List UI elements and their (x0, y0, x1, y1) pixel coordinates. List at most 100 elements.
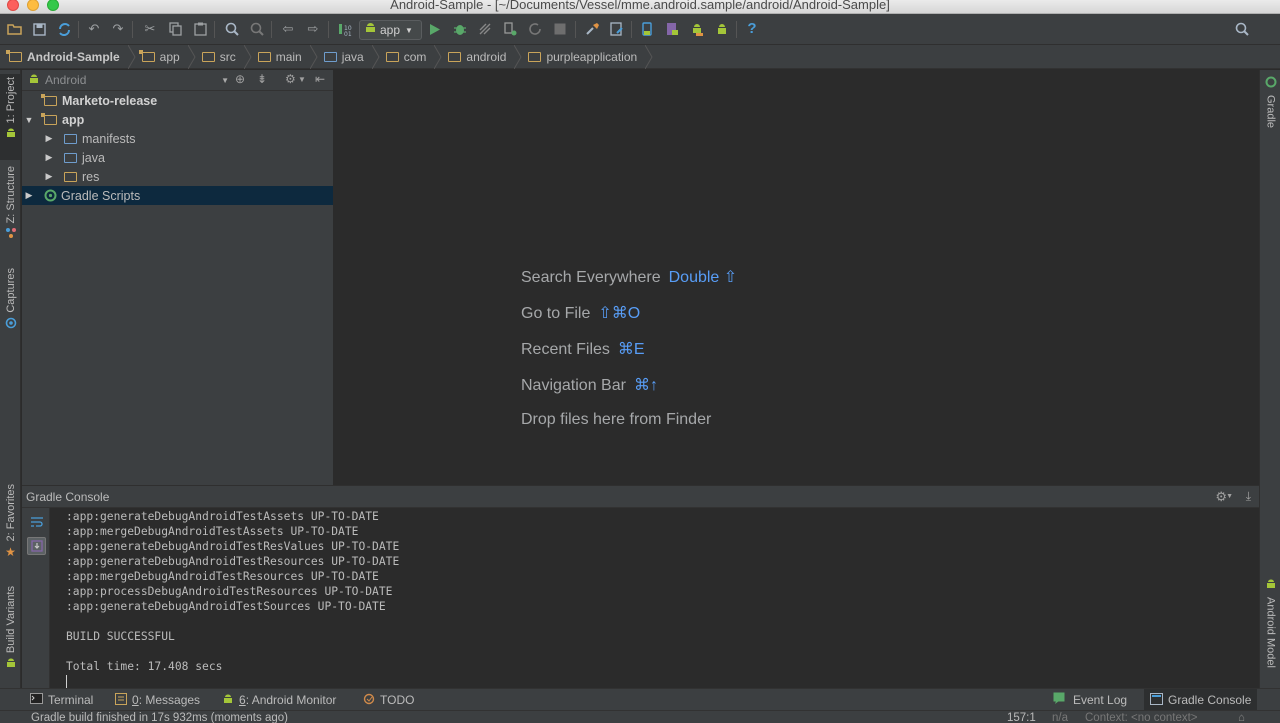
messages-label: : Messages (138, 693, 201, 707)
breadcrumb-label: Android-Sample (27, 49, 120, 64)
debug-icon[interactable] (452, 21, 468, 37)
gradle-icon (1265, 76, 1277, 91)
console-header: Gradle Console ⚙ ▼ ⤓ (22, 486, 1259, 508)
tool-window-android-monitor[interactable]: 6: Android Monitor (222, 692, 336, 708)
expanded-arrow-icon[interactable]: ▼ (24, 115, 34, 125)
hint-drop-files: Drop files here from Finder (521, 411, 711, 429)
breadcrumb-java[interactable]: java (323, 45, 372, 69)
open-icon[interactable] (6, 21, 22, 37)
forward-icon[interactable]: ⇨ (305, 21, 321, 37)
coverage-icon[interactable] (502, 21, 518, 37)
paste-icon[interactable] (192, 21, 208, 37)
run-configuration-select[interactable]: app ▼ (359, 20, 422, 40)
collapsed-arrow-icon[interactable]: ▶ (44, 152, 54, 163)
stop-icon[interactable] (552, 21, 568, 37)
hint-recent-files: Recent Files ⌘E (521, 339, 645, 359)
cut-icon[interactable]: ✂ (142, 21, 158, 37)
run-icon[interactable] (427, 21, 443, 37)
rerun-icon[interactable] (527, 21, 543, 37)
collapsed-arrow-icon[interactable]: ▶ (44, 171, 54, 182)
tree-item-java[interactable]: ▶ java (22, 148, 333, 167)
package-icon (385, 52, 399, 62)
hide-panel-icon[interactable]: ⇤ (315, 72, 325, 86)
context-indicator[interactable]: Context: <no context> (1085, 712, 1198, 723)
collapse-all-icon[interactable]: ⇟ (257, 72, 267, 86)
tree-item-manifests[interactable]: ▶ manifests (22, 129, 333, 148)
tool-window-gradle-console[interactable]: Gradle Console (1144, 689, 1258, 711)
chevron-down-icon[interactable]: ▼ (1226, 493, 1233, 500)
save-icon[interactable] (31, 21, 47, 37)
back-icon[interactable]: ⇦ (280, 21, 296, 37)
project-view-select[interactable]: Android ▼ (22, 73, 229, 88)
tool-window-project[interactable]: 1: Project (0, 74, 21, 160)
package-icon (528, 52, 542, 62)
tool-window-captures[interactable]: Captures (0, 268, 21, 332)
tool-window-structure[interactable]: Z: Structure (0, 166, 21, 242)
breadcrumb-src[interactable]: src (201, 45, 244, 69)
project-structure-icon[interactable] (584, 21, 600, 37)
copy-icon[interactable] (167, 21, 183, 37)
tool-window-gradle[interactable]: Gradle (1260, 76, 1280, 128)
lock-icon[interactable]: ⌂ (1238, 712, 1245, 723)
source-folder-icon (64, 153, 77, 163)
terminal-icon (30, 693, 43, 707)
breadcrumb-purpleapplication[interactable]: purpleapplication (528, 45, 645, 69)
help-icon[interactable]: ? (744, 21, 760, 37)
android-icon[interactable] (714, 21, 730, 37)
breadcrumb-android[interactable]: android (448, 45, 514, 69)
gear-icon[interactable]: ⚙ (285, 72, 296, 86)
console-output[interactable]: :app:generateDebugAndroidTestAssets UP-T… (66, 509, 1259, 689)
make-icon[interactable]: 10 01 (337, 21, 353, 37)
collapsed-arrow-icon[interactable]: ▶ (44, 133, 54, 144)
hint-label: Search Everywhere (521, 269, 661, 286)
avd-manager-icon[interactable] (639, 21, 655, 37)
tool-window-android-model[interactable]: Android Model (1260, 578, 1280, 668)
scroll-from-source-icon[interactable]: ⊕ (235, 72, 245, 86)
tree-item-res[interactable]: ▶ res (22, 167, 333, 186)
tree-item-label: manifests (82, 131, 136, 146)
structure-label: Z: Structure (4, 166, 17, 224)
chevron-down-icon[interactable]: ▼ (298, 75, 306, 84)
status-message[interactable]: Gradle build finished in 17s 932ms (mome… (31, 712, 288, 723)
scroll-to-end-icon[interactable] (27, 537, 46, 555)
breadcrumb-android-sample[interactable]: Android-Sample (6, 45, 128, 69)
replace-icon[interactable] (249, 21, 265, 37)
find-icon[interactable] (224, 21, 240, 37)
run-config-label: app (380, 23, 401, 37)
tree-item-label: java (82, 150, 105, 165)
breadcrumb-main[interactable]: main (257, 45, 310, 69)
sync-icon[interactable] (56, 21, 72, 37)
hide-panel-icon[interactable]: ⤓ (1246, 489, 1251, 504)
navigation-bar: Android-Sample app src main java com and… (0, 44, 1280, 69)
search-everywhere-icon[interactable] (1234, 21, 1250, 37)
gradle-label: Gradle (1264, 95, 1277, 129)
tool-window-build-variants[interactable]: Build Variants (0, 586, 21, 672)
undo-icon[interactable]: ↶ (86, 21, 102, 37)
breadcrumb-label: android (466, 49, 507, 64)
tree-item-marketo-release[interactable]: Marketo-release (22, 91, 333, 110)
redo-icon[interactable]: ↷ (110, 21, 126, 37)
caret-position[interactable]: 157:1 (1007, 712, 1036, 723)
gradle-sync-icon[interactable] (609, 21, 625, 37)
soft-wrap-icon[interactable] (27, 513, 46, 531)
resource-folder-icon (64, 172, 77, 182)
collapsed-arrow-icon[interactable]: ▶ (24, 190, 34, 201)
tool-window-messages[interactable]: 0: Messages (115, 692, 200, 708)
tree-item-app[interactable]: ▼ app (22, 110, 333, 129)
android-icon (5, 657, 17, 672)
tree-item-gradle-scripts[interactable]: ▶ Gradle Scripts (22, 186, 333, 205)
breadcrumb-com[interactable]: com (385, 45, 435, 69)
sdk-manager-icon[interactable] (664, 21, 680, 37)
tool-window-event-log[interactable]: Event Log (1053, 692, 1127, 708)
android-device-monitor-icon[interactable] (689, 21, 705, 37)
attach-icon[interactable] (477, 21, 493, 37)
android-icon (5, 127, 17, 142)
tool-window-todo[interactable]: TODO (363, 692, 414, 708)
package-icon (448, 52, 462, 62)
tool-window-favorites[interactable]: 2: Favorites ★ (0, 484, 21, 559)
tool-window-terminal[interactable]: Terminal (30, 692, 93, 708)
line-separator-indicator[interactable]: n/a (1052, 712, 1068, 723)
breadcrumb-app[interactable]: app (138, 45, 188, 69)
